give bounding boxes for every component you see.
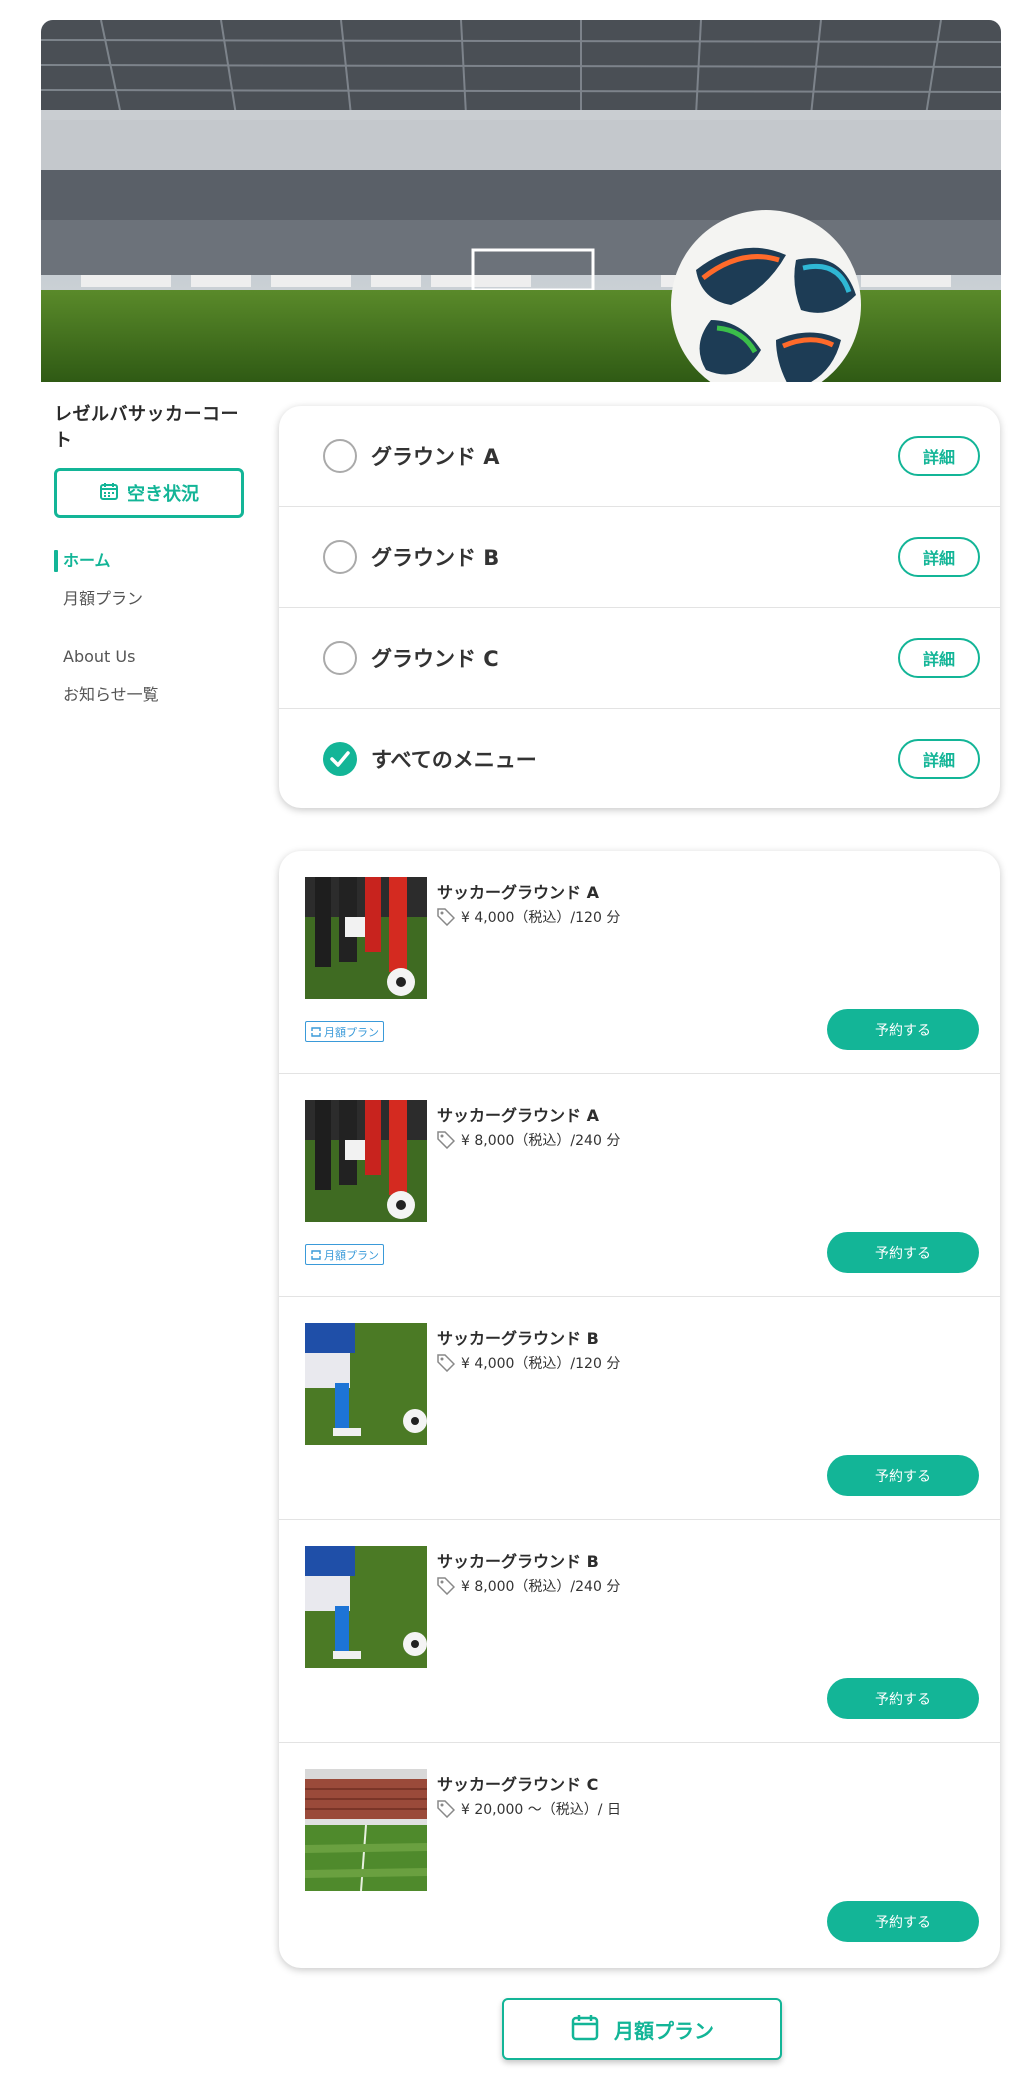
- plan-price: ¥ 4,000（税込）/120 分: [437, 907, 620, 927]
- plan-price: ¥ 20,000 〜（税込）/ 日: [437, 1799, 621, 1819]
- filter-label: すべてのメニュー: [371, 747, 537, 772]
- detail-button[interactable]: 詳細: [898, 436, 980, 476]
- detail-button[interactable]: 詳細: [898, 638, 980, 678]
- filter-label: グラウンド A: [371, 445, 500, 469]
- plan-thumbnail: [305, 1546, 427, 1668]
- plan-thumbnail: [305, 1100, 427, 1222]
- filter-row-ground-b[interactable]: グラウンド B 詳細: [279, 507, 1000, 608]
- price-tag-icon: [437, 1354, 455, 1372]
- ground-filter-card: グラウンド A 詳細 グラウンド B 詳細 グラウンド C 詳細 すべてのメニュ…: [279, 406, 1000, 808]
- nav-item-about-us[interactable]: About Us: [54, 638, 254, 676]
- plan-price: ¥ 8,000（税込）/240 分: [437, 1130, 620, 1150]
- filter-row-ground-a[interactable]: グラウンド A 詳細: [279, 406, 1000, 507]
- plan-price-text: ¥ 4,000（税込）/120 分: [461, 910, 621, 926]
- plan-title: サッカーグラウンド B: [437, 1552, 599, 1571]
- list-item: サッカーグラウンド A ¥ 4,000（税込）/120 分 月額プラン 予約する: [279, 851, 1000, 1074]
- radio-ground-a[interactable]: [323, 439, 357, 473]
- availability-button-label: 空き状況: [127, 484, 199, 505]
- filter-label: グラウンド C: [371, 647, 499, 671]
- reserve-button[interactable]: 予約する: [827, 1455, 979, 1496]
- detail-button[interactable]: 詳細: [898, 738, 980, 779]
- list-item: サッカーグラウンド C ¥ 20,000 〜（税込）/ 日 予約する: [279, 1743, 1000, 1968]
- plan-title: サッカーグラウンド B: [437, 1329, 599, 1348]
- price-tag-icon: [437, 908, 455, 926]
- radio-ground-c[interactable]: [323, 641, 357, 675]
- reserve-button[interactable]: 予約する: [827, 1901, 979, 1942]
- monthly-plan-button-label: 月額プラン: [614, 2018, 714, 2043]
- brand-title: レゼルバサッカーコート: [54, 404, 239, 451]
- nav-item-news[interactable]: お知らせ一覧: [54, 676, 254, 714]
- filter-label: グラウンド B: [371, 546, 500, 570]
- price-tag-icon: [437, 1131, 455, 1149]
- price-tag-icon: [437, 1577, 455, 1595]
- plan-price-text: ¥ 8,000（税込）/240 分: [461, 1133, 621, 1149]
- repeat-icon: [311, 1249, 321, 1260]
- calendar-icon: [99, 481, 119, 506]
- reserve-button[interactable]: 予約する: [827, 1232, 979, 1273]
- plan-thumbnail: [305, 1769, 427, 1891]
- plan-title: サッカーグラウンド C: [437, 1775, 599, 1794]
- plan-title: サッカーグラウンド A: [437, 883, 599, 902]
- plan-price-text: ¥ 4,000（税込）/120 分: [461, 1356, 621, 1372]
- sidebar: レゼルバサッカーコート 空き状況 ホーム 月額プラン About Us お知らせ…: [54, 400, 254, 714]
- list-item: サッカーグラウンド B ¥ 4,000（税込）/120 分 予約する: [279, 1297, 1000, 1520]
- monthly-plan-button[interactable]: 月額プラン: [502, 1998, 782, 2060]
- plan-price-text: ¥ 8,000（税込）/240 分: [461, 1579, 621, 1595]
- sidebar-nav: ホーム 月額プラン About Us お知らせ一覧: [54, 542, 254, 714]
- list-item: サッカーグラウンド A ¥ 8,000（税込）/240 分 月額プラン 予約する: [279, 1074, 1000, 1297]
- nav-item-monthly-plan[interactable]: 月額プラン: [54, 580, 254, 618]
- detail-button[interactable]: 詳細: [898, 537, 980, 577]
- plans-list-card: サッカーグラウンド A ¥ 4,000（税込）/120 分 月額プラン 予約する…: [279, 851, 1000, 1968]
- plan-title: サッカーグラウンド A: [437, 1106, 599, 1125]
- calendar-icon: [570, 2012, 600, 2047]
- filter-row-ground-c[interactable]: グラウンド C 詳細: [279, 608, 1000, 709]
- availability-button[interactable]: 空き状況: [54, 468, 244, 518]
- radio-all-menus[interactable]: [323, 741, 357, 776]
- reserve-button[interactable]: 予約する: [827, 1678, 979, 1719]
- nav-item-home[interactable]: ホーム: [54, 542, 254, 580]
- monthly-plan-tag: 月額プラン: [305, 1021, 384, 1042]
- plan-thumbnail: [305, 877, 427, 999]
- plan-price-text: ¥ 20,000 〜（税込）/ 日: [461, 1802, 621, 1818]
- plan-price: ¥ 8,000（税込）/240 分: [437, 1576, 620, 1596]
- price-tag-icon: [437, 1800, 455, 1818]
- repeat-icon: [311, 1026, 321, 1037]
- reserve-button[interactable]: 予約する: [827, 1009, 979, 1050]
- filter-row-all-menus[interactable]: すべてのメニュー 詳細: [279, 709, 1000, 808]
- list-item: サッカーグラウンド B ¥ 8,000（税込）/240 分 予約する: [279, 1520, 1000, 1743]
- plan-price: ¥ 4,000（税込）/120 分: [437, 1353, 620, 1373]
- plan-thumbnail: [305, 1323, 427, 1445]
- radio-ground-b[interactable]: [323, 540, 357, 574]
- hero-image: [41, 20, 1001, 382]
- monthly-plan-tag: 月額プラン: [305, 1244, 384, 1265]
- check-icon: [330, 750, 350, 767]
